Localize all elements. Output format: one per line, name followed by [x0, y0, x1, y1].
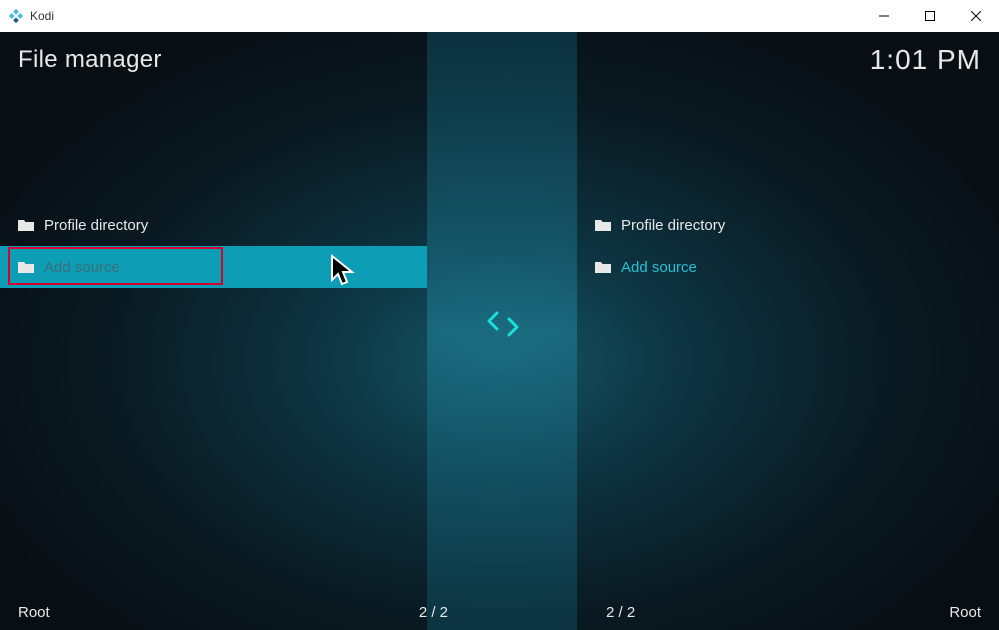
footer: Root 2 / 2 2 / 2 Root — [0, 594, 999, 630]
file-pane-left: Profile directory Add source — [0, 92, 427, 590]
list-item-label: Add source — [621, 259, 697, 276]
list-item[interactable]: Profile directory — [577, 204, 999, 246]
file-list-right: Profile directory Add source — [577, 204, 999, 288]
clock: 1:01 PM — [870, 44, 981, 76]
folder-icon — [595, 219, 611, 231]
footer-left-count: 2 / 2 — [388, 604, 448, 621]
list-item-label: Add source — [44, 259, 120, 276]
window-controls — [861, 0, 999, 32]
list-item-label: Profile directory — [44, 217, 148, 234]
window-title: Kodi — [30, 9, 54, 23]
list-item-label: Profile directory — [621, 217, 725, 234]
maximize-button[interactable] — [907, 0, 953, 32]
footer-left-path: Root — [18, 604, 388, 621]
minimize-button[interactable] — [861, 0, 907, 32]
footer-right-count: 2 / 2 — [606, 604, 666, 621]
file-pane-right: Profile directory Add source — [577, 92, 999, 590]
header: File manager 1:01 PM — [0, 32, 999, 88]
kodi-icon — [8, 8, 24, 24]
list-item-add-source[interactable]: Add source — [0, 246, 427, 288]
window-titlebar: Kodi — [0, 0, 999, 32]
folder-icon — [18, 261, 34, 273]
folder-icon — [595, 261, 611, 273]
footer-right-path: Root — [666, 604, 981, 621]
list-item-add-source[interactable]: Add source — [577, 246, 999, 288]
list-item[interactable]: Profile directory — [0, 204, 427, 246]
folder-icon — [18, 219, 34, 231]
file-list-left: Profile directory Add source — [0, 204, 427, 288]
close-button[interactable] — [953, 0, 999, 32]
transfer-arrows-icon — [485, 310, 521, 343]
screen-title: File manager — [18, 46, 162, 74]
app-content: File manager 1:01 PM Profile directory A… — [0, 32, 999, 630]
